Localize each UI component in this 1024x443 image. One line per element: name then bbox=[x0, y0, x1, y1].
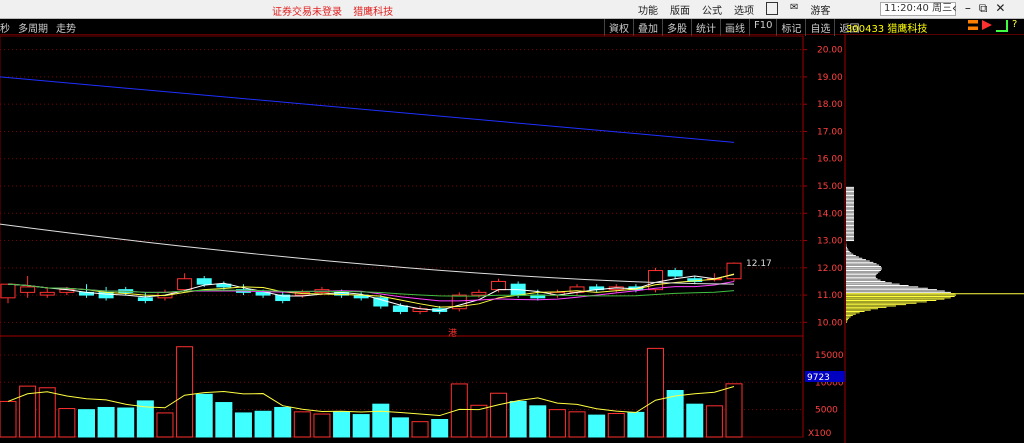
chip-distribution bbox=[846, 186, 1024, 323]
candle-body bbox=[98, 291, 114, 299]
volume-bar bbox=[372, 403, 390, 438]
volume-bar bbox=[77, 409, 95, 438]
candle-body bbox=[648, 270, 664, 291]
price-tick-label: 17.00 bbox=[817, 127, 843, 137]
volume-tick-label: 15000 bbox=[815, 351, 844, 361]
volume-bar bbox=[313, 413, 331, 438]
volume-bar bbox=[548, 409, 566, 438]
price-tick-label: 12.00 bbox=[817, 264, 843, 274]
volume-bar bbox=[431, 418, 449, 438]
candle-body bbox=[373, 297, 389, 307]
volume-bar bbox=[97, 406, 115, 438]
volume-bar bbox=[490, 392, 508, 438]
volume-bar bbox=[509, 400, 527, 438]
price-tick-label: 15.00 bbox=[817, 182, 843, 192]
volume-bar bbox=[607, 412, 625, 438]
plot-border bbox=[0, 35, 804, 438]
kline-chart[interactable]: 20.00 19.00 18.00 17.00 16.00 15.00 14.00 13.00… bbox=[0, 0, 1024, 443]
price-tick-label: 11.00 bbox=[817, 291, 843, 301]
volume-unit: X100 bbox=[808, 429, 832, 439]
candle-body bbox=[0, 283, 16, 299]
price-tick-label: 13.00 bbox=[817, 237, 843, 247]
volume-bar bbox=[627, 411, 645, 438]
volume-bar bbox=[274, 406, 292, 438]
volume-bar bbox=[176, 346, 194, 438]
volume-bar bbox=[411, 421, 429, 438]
moving-averages bbox=[0, 76, 735, 417]
price-tick-label: 19.00 bbox=[817, 73, 843, 83]
candle-body bbox=[471, 291, 487, 296]
volume-bar bbox=[705, 405, 723, 438]
volume-bar bbox=[117, 407, 135, 438]
ma-5 bbox=[7, 273, 735, 308]
volume-bar bbox=[254, 410, 272, 438]
volume-bar bbox=[529, 405, 547, 438]
volume-bar bbox=[568, 411, 586, 438]
price-tick-label: 14.00 bbox=[817, 209, 843, 219]
volume-marker: 9723 bbox=[807, 373, 830, 383]
candle-body bbox=[39, 291, 55, 296]
volume-bar bbox=[38, 387, 56, 438]
candle-body bbox=[137, 297, 153, 302]
price-tick-label: 18.00 bbox=[817, 100, 843, 110]
volume-bar bbox=[450, 383, 468, 438]
volume-bar bbox=[647, 347, 665, 438]
price-tick-label: 10.00 bbox=[817, 318, 843, 328]
candle-body bbox=[491, 280, 507, 291]
volume-tick-label: 5000 bbox=[815, 406, 838, 416]
candle-body bbox=[177, 278, 193, 291]
candle-body bbox=[667, 270, 683, 277]
volume-bar bbox=[391, 417, 409, 438]
volume-bar bbox=[686, 403, 704, 438]
volume-bar bbox=[333, 411, 351, 438]
candle-body bbox=[726, 262, 742, 280]
candle-body bbox=[20, 286, 36, 293]
volume-bar bbox=[352, 414, 370, 438]
volume-bar bbox=[195, 393, 213, 438]
chart-grid bbox=[0, 34, 846, 443]
axes: 20.00 19.00 18.00 17.00 16.00 15.00 14.00 13.00… bbox=[448, 46, 845, 439]
volume-bar bbox=[234, 412, 252, 438]
ma-long-white bbox=[0, 223, 735, 285]
last-price-label: 12.17 bbox=[746, 259, 772, 269]
volume-bar bbox=[215, 402, 233, 438]
event-marker: 港 bbox=[448, 327, 457, 339]
price-tick-label: 16.00 bbox=[817, 155, 843, 165]
volume-bar bbox=[156, 412, 174, 438]
volume-bars bbox=[0, 346, 743, 438]
volume-bar bbox=[0, 400, 17, 438]
volume-bar bbox=[293, 411, 311, 438]
volume-bar bbox=[588, 414, 606, 438]
candle-body bbox=[196, 278, 212, 285]
ma-long-blue bbox=[0, 76, 735, 143]
volume-bar bbox=[58, 408, 76, 438]
price-tick-label: 20.00 bbox=[817, 46, 843, 56]
volume-ma bbox=[7, 386, 735, 417]
candle-body bbox=[392, 305, 408, 312]
volume-bar bbox=[725, 383, 743, 438]
